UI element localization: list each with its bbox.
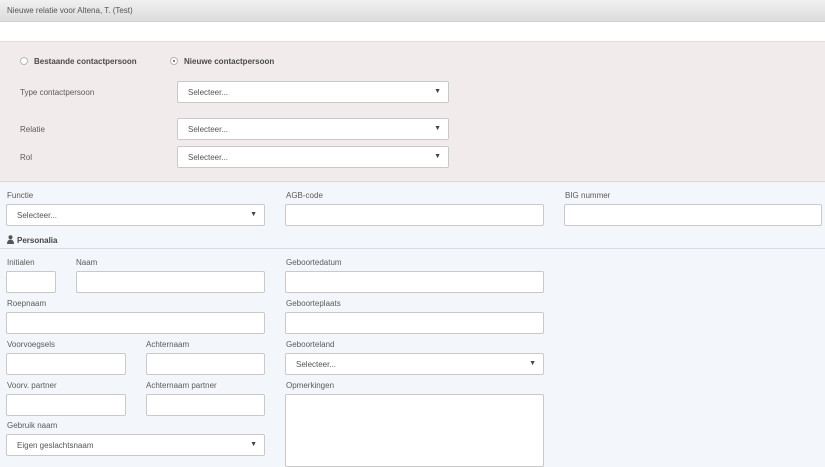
achternaam-partner-input[interactable]	[146, 394, 265, 416]
voorvoegsels-label: Voorvoegsels	[7, 340, 56, 349]
naam-input[interactable]	[76, 271, 265, 293]
roepnaam-input[interactable]	[6, 312, 265, 334]
chevron-down-icon: ▼	[434, 125, 441, 132]
type-contactpersoon-select[interactable]: Selecteer... ▼	[177, 81, 449, 103]
chevron-down-icon: ▼	[250, 441, 257, 448]
voorvoegsels-input[interactable]	[6, 353, 126, 375]
functie-select[interactable]: Selecteer... ▼	[6, 204, 265, 226]
initialen-input[interactable]	[6, 271, 56, 293]
achternaam-partner-label: Achternaam partner	[146, 381, 217, 390]
window-title: Nieuwe relatie voor Altena, T. (Test)	[7, 6, 133, 15]
big-nummer-label: BIG nummer	[565, 191, 611, 200]
relatie-select[interactable]: Selecteer... ▼	[177, 118, 449, 140]
initialen-label: Initialen	[7, 258, 35, 267]
voorv-partner-input[interactable]	[6, 394, 126, 416]
geboortedatum-label: Geboortedatum	[286, 258, 342, 267]
window-titlebar: Nieuwe relatie voor Altena, T. (Test)	[0, 0, 825, 22]
voorv-partner-label: Voorv. partner	[7, 381, 57, 390]
functie-value: Selecteer...	[17, 211, 58, 220]
geboorteplaats-label: Geboorteplaats	[286, 299, 341, 308]
opmerkingen-label: Opmerkingen	[286, 381, 335, 390]
rol-select[interactable]: Selecteer... ▼	[177, 146, 449, 168]
roepnaam-label: Roepnaam	[7, 299, 47, 308]
header-spacer	[0, 22, 825, 41]
gebruik-naam-value: Eigen geslachtsnaam	[17, 441, 94, 450]
geboortedatum-input[interactable]	[285, 271, 544, 293]
geboorteland-label: Geboorteland	[286, 340, 335, 349]
personalia-section-header: Personalia	[0, 232, 825, 249]
rol-label: Rol	[20, 153, 33, 162]
chevron-down-icon: ▼	[434, 153, 441, 160]
personalia-title: Personalia	[17, 236, 58, 245]
agb-code-label: AGB-code	[286, 191, 323, 200]
radio-existing-contact-label[interactable]: Bestaande contactpersoon	[34, 57, 137, 66]
gebruik-naam-select[interactable]: Eigen geslachtsnaam ▼	[6, 434, 265, 456]
big-nummer-input[interactable]	[564, 204, 822, 226]
geboorteplaats-input[interactable]	[285, 312, 544, 334]
naam-label: Naam	[76, 258, 98, 267]
functie-label: Functie	[7, 191, 34, 200]
rol-value: Selecteer...	[188, 153, 229, 162]
type-contactpersoon-value: Selecteer...	[188, 88, 229, 97]
chevron-down-icon: ▼	[529, 360, 536, 367]
opmerkingen-textarea[interactable]	[285, 394, 544, 467]
chevron-down-icon: ▼	[250, 211, 257, 218]
radio-new-contact[interactable]	[170, 57, 178, 65]
geboorteland-select[interactable]: Selecteer... ▼	[285, 353, 544, 375]
radio-new-contact-label[interactable]: Nieuwe contactpersoon	[184, 57, 274, 66]
geboorteland-value: Selecteer...	[296, 360, 337, 369]
agb-code-input[interactable]	[285, 204, 544, 226]
relatie-label: Relatie	[20, 125, 45, 134]
person-icon	[7, 235, 14, 244]
radio-existing-contact[interactable]	[20, 57, 28, 65]
achternaam-input[interactable]	[146, 353, 265, 375]
achternaam-label: Achternaam	[146, 340, 190, 349]
type-contactpersoon-label: Type contactpersoon	[20, 88, 95, 97]
chevron-down-icon: ▼	[434, 88, 441, 95]
gebruik-naam-label: Gebruik naam	[7, 421, 58, 430]
relatie-value: Selecteer...	[188, 125, 229, 134]
